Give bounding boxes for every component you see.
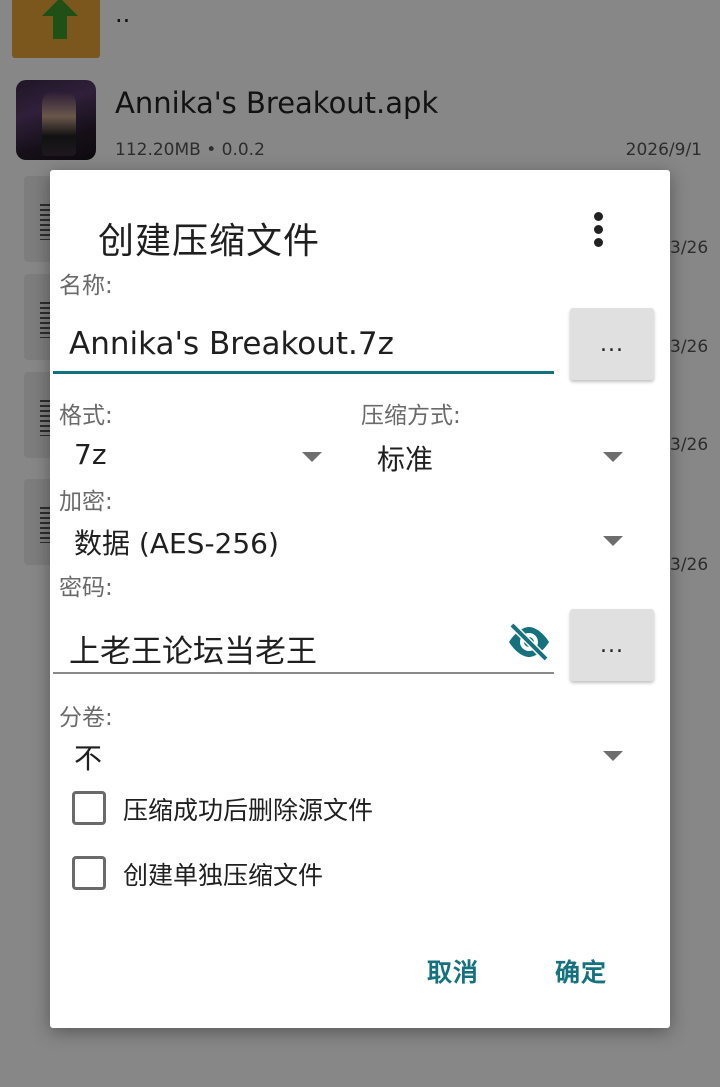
password-input[interactable]: 上老王论坛当老王 bbox=[53, 610, 554, 674]
ok-button[interactable]: 确定 bbox=[555, 953, 607, 989]
checkbox-icon bbox=[72, 856, 106, 890]
chevron-down-icon bbox=[302, 452, 322, 462]
delete-source-checkbox[interactable]: 压缩成功后删除源文件 bbox=[72, 791, 492, 827]
chevron-down-icon bbox=[603, 751, 623, 761]
format-label: 格式: bbox=[59, 403, 113, 429]
create-archive-dialog: 创建压缩文件 名称: Annika's Breakout.7z ... 格式: … bbox=[50, 170, 670, 1028]
encryption-select[interactable]: 数据 (AES-256) bbox=[50, 522, 646, 562]
password-value: 上老王论坛当老王 bbox=[69, 634, 317, 670]
format-select[interactable]: 7z bbox=[50, 438, 340, 478]
browse-name-button[interactable]: ... bbox=[570, 308, 654, 380]
method-select[interactable]: 标准 bbox=[353, 438, 643, 478]
password-label: 密码: bbox=[59, 575, 113, 601]
more-options-icon[interactable] bbox=[588, 212, 608, 248]
chevron-down-icon bbox=[603, 452, 623, 462]
separate-archives-checkbox[interactable]: 创建单独压缩文件 bbox=[72, 856, 492, 892]
password-more-button[interactable]: ... bbox=[570, 609, 654, 681]
hide-password-icon[interactable] bbox=[506, 622, 552, 662]
checkbox-icon bbox=[72, 791, 106, 825]
archive-name-input[interactable]: Annika's Breakout.7z bbox=[53, 308, 554, 374]
cancel-button[interactable]: 取消 bbox=[427, 953, 479, 989]
delete-source-label: 压缩成功后删除源文件 bbox=[123, 796, 374, 825]
dialog-title: 创建压缩文件 bbox=[98, 221, 321, 262]
name-label: 名称: bbox=[59, 273, 113, 299]
split-value: 不 bbox=[74, 742, 103, 775]
split-label: 分卷: bbox=[59, 705, 113, 731]
chevron-down-icon bbox=[603, 536, 623, 546]
separate-archives-label: 创建单独压缩文件 bbox=[123, 861, 324, 890]
method-label: 压缩方式: bbox=[361, 403, 461, 429]
split-select[interactable]: 不 bbox=[50, 737, 646, 777]
encryption-label: 加密: bbox=[59, 489, 113, 515]
format-value: 7z bbox=[74, 438, 107, 471]
archive-name-value: Annika's Breakout.7z bbox=[69, 326, 394, 362]
method-value: 标准 bbox=[377, 443, 434, 476]
encryption-value: 数据 (AES-256) bbox=[74, 527, 279, 560]
